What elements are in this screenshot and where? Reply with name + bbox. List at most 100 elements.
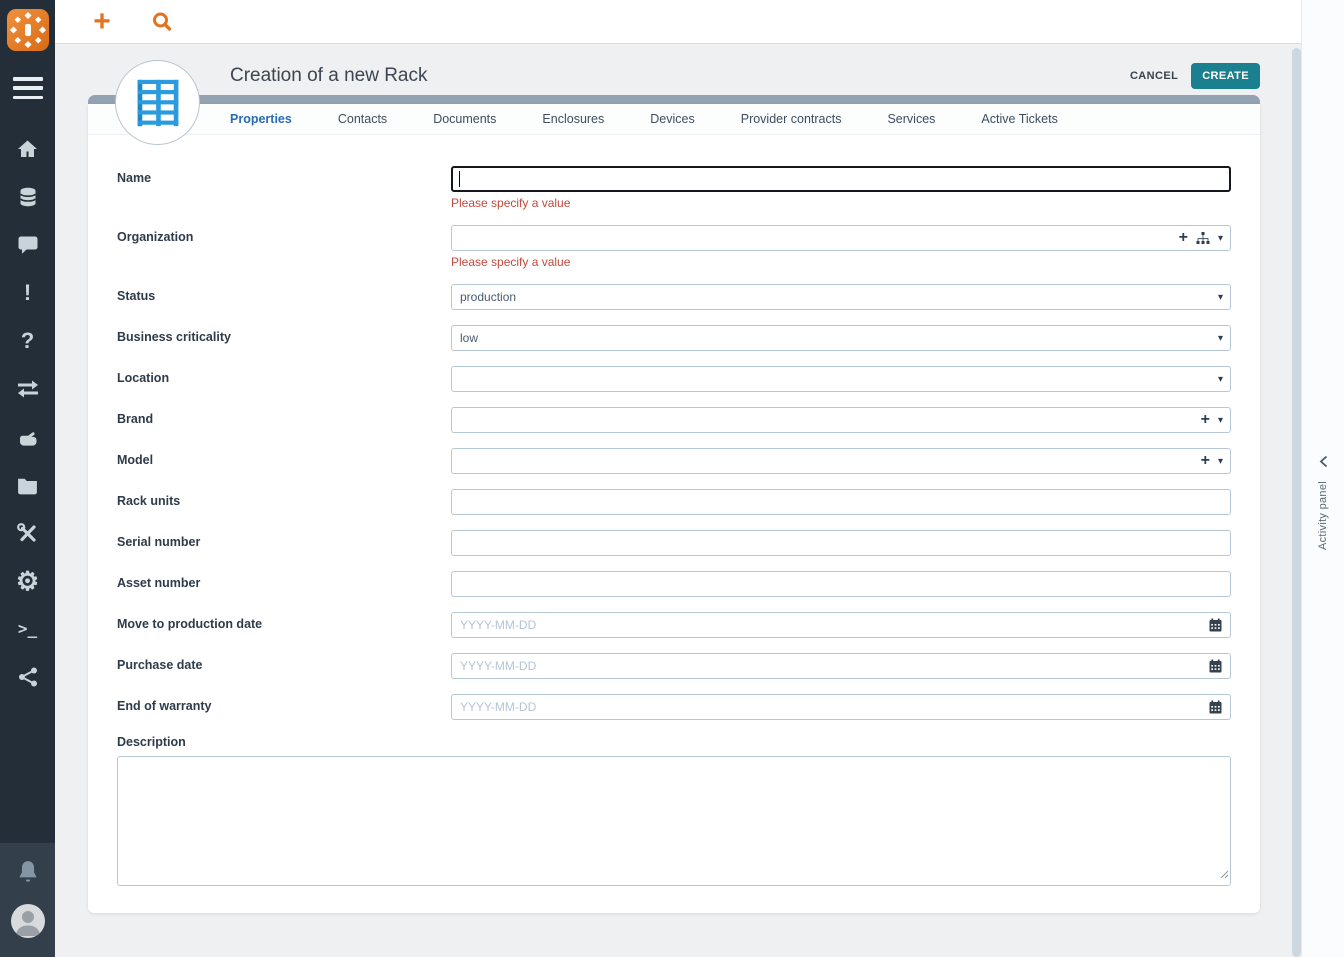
tools-icon[interactable]	[14, 521, 42, 545]
dropdown-caret-icon[interactable]: ▾	[1218, 233, 1223, 244]
card-accent-bar	[88, 95, 1260, 104]
card-header: Creation of a new Rack CANCEL CREATE	[88, 56, 1260, 95]
tab-active-tickets[interactable]: Active Tickets	[981, 112, 1057, 126]
field-control-move-to-production-date	[451, 612, 1231, 638]
sidebar: !? ⚙ >_	[0, 0, 55, 957]
description-textarea[interactable]	[117, 756, 1231, 886]
asset-number-input[interactable]	[451, 571, 1231, 597]
field-label-status: Status	[117, 289, 156, 303]
end-of-warranty-input[interactable]	[451, 694, 1231, 720]
form-row-status: Status production ▾	[117, 284, 1231, 310]
serial-number-input[interactable]	[451, 530, 1231, 556]
vertical-scrollbar[interactable]	[1292, 48, 1301, 957]
tab-properties[interactable]: Properties	[230, 112, 292, 126]
top-toolbar: +	[55, 0, 1344, 44]
itop-logo-icon[interactable]	[6, 9, 49, 51]
calendar-icon[interactable]	[1209, 618, 1222, 632]
database-icon[interactable]	[14, 185, 42, 209]
form-row-serial-number: Serial number	[117, 530, 1231, 556]
dropdown-caret-icon[interactable]: ▾	[1218, 374, 1223, 385]
folder-icon[interactable]	[14, 473, 42, 497]
move-to-production-date-input[interactable]	[451, 612, 1231, 638]
textarea-resize-grip-icon[interactable]	[1219, 866, 1229, 884]
dropdown-caret-icon[interactable]: ▾	[1218, 333, 1223, 344]
hand-icon[interactable]	[14, 425, 42, 449]
organization-select[interactable]: + ▾	[451, 225, 1231, 251]
form-row-description: Description	[117, 735, 1231, 886]
form-row-location: Location ▾	[117, 366, 1231, 392]
rack-class-icon	[115, 60, 200, 145]
dropdown-caret-icon[interactable]: ▾	[1218, 292, 1223, 303]
add-model-icon[interactable]: +	[1201, 453, 1210, 469]
cancel-button[interactable]: CANCEL	[1130, 70, 1178, 82]
card-body: Properties Contacts Documents Enclosures Dev…	[88, 104, 1260, 913]
expand-activity-panel-chevron-icon[interactable]	[1319, 455, 1328, 473]
name-input[interactable]	[451, 166, 1231, 192]
exclamation-icon[interactable]: !	[14, 281, 42, 305]
field-control-end-of-warranty	[451, 694, 1231, 720]
location-select[interactable]: ▾	[451, 366, 1231, 392]
tab-enclosures[interactable]: Enclosures	[542, 112, 604, 126]
calendar-icon[interactable]	[1209, 700, 1222, 714]
field-control-asset-number	[451, 571, 1231, 597]
form-row-brand: Brand + ▾	[117, 407, 1231, 433]
create-button[interactable]: CREATE	[1191, 62, 1260, 89]
status-select[interactable]: production ▾	[451, 284, 1231, 310]
share-icon[interactable]	[14, 665, 42, 689]
field-control-serial-number	[451, 530, 1231, 556]
form-row-rack-units: Rack units	[117, 489, 1231, 515]
field-label-model: Model	[117, 453, 154, 467]
calendar-icon[interactable]	[1209, 659, 1222, 673]
field-label-move-to-production-date: Move to production date	[117, 617, 263, 631]
terminal-icon[interactable]: >_	[14, 617, 42, 641]
field-label-business-criticality: Business criticality	[117, 330, 231, 344]
notifications-bell-icon[interactable]	[16, 859, 40, 890]
business-criticality-select[interactable]: low ▾	[451, 325, 1231, 351]
tab-provider-contracts[interactable]: Provider contracts	[741, 112, 842, 126]
field-control-purchase-date	[451, 653, 1231, 679]
hierarchy-icon[interactable]	[1196, 231, 1210, 245]
field-label-description: Description	[117, 735, 186, 749]
form-row-organization: Organization + ▾ Please specify a value	[117, 225, 1231, 269]
activity-panel-collapsed: Activity panel	[1301, 0, 1344, 957]
field-label-serial-number: Serial number	[117, 535, 201, 549]
tab-bar: Properties Contacts Documents Enclosures Dev…	[88, 104, 1260, 135]
field-control-status: production ▾	[451, 284, 1231, 310]
field-control-rack-units	[451, 489, 1231, 515]
status-value: production	[460, 290, 517, 304]
gear-icon[interactable]: ⚙	[14, 568, 42, 594]
field-label-brand: Brand	[117, 412, 154, 426]
activity-panel-label: Activity panel	[1317, 481, 1329, 551]
tab-devices[interactable]: Devices	[650, 112, 694, 126]
model-select[interactable]: + ▾	[451, 448, 1231, 474]
menu-toggle-icon[interactable]	[12, 77, 43, 99]
form-row-name: Name Please specify a value	[117, 166, 1231, 210]
dropdown-caret-icon[interactable]: ▾	[1218, 456, 1223, 467]
rack-units-input[interactable]	[451, 489, 1231, 515]
field-control-name: Please specify a value	[451, 166, 1231, 210]
user-avatar[interactable]	[10, 904, 45, 938]
chat-icon[interactable]	[14, 233, 42, 257]
dropdown-caret-icon[interactable]: ▾	[1218, 415, 1223, 426]
tab-documents[interactable]: Documents	[433, 112, 496, 126]
global-search-icon[interactable]	[149, 9, 175, 35]
form-row-purchase-date: Purchase date	[117, 653, 1231, 679]
add-organization-icon[interactable]: +	[1179, 230, 1188, 246]
properties-form: Name Please specify a value Organization + ▾…	[88, 135, 1260, 913]
field-label-purchase-date: Purchase date	[117, 658, 203, 672]
quick-create-plus-icon[interactable]: +	[89, 6, 115, 36]
home-icon[interactable]	[14, 137, 42, 161]
tab-services[interactable]: Services	[887, 112, 935, 126]
form-row-model: Model + ▾	[117, 448, 1231, 474]
form-row-business-criticality: Business criticality low ▾	[117, 325, 1231, 351]
purchase-date-input[interactable]	[451, 653, 1231, 679]
field-control-model: + ▾	[451, 448, 1231, 474]
tab-contacts[interactable]: Contacts	[338, 112, 387, 126]
arrows-swap-icon[interactable]	[14, 377, 42, 401]
add-brand-icon[interactable]: +	[1201, 412, 1210, 428]
question-icon[interactable]: ?	[14, 329, 42, 353]
text-cursor	[459, 171, 460, 187]
page-title: Creation of a new Rack	[230, 64, 428, 86]
brand-select[interactable]: + ▾	[451, 407, 1231, 433]
field-label-asset-number: Asset number	[117, 576, 201, 590]
